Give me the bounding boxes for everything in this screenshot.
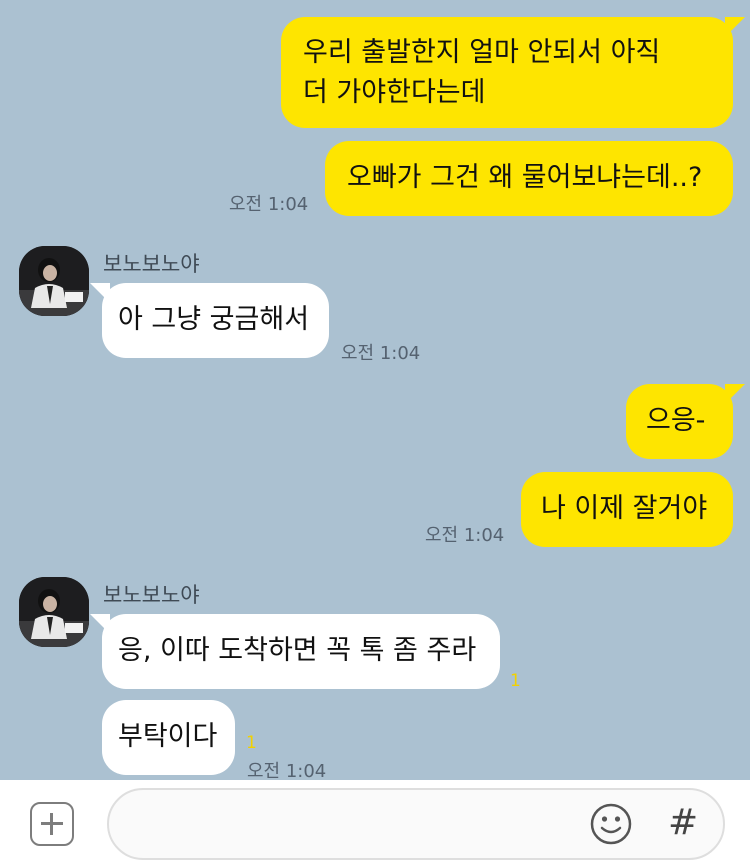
sender-name: 보노보노야 bbox=[103, 252, 200, 276]
sender-name: 보노보노야 bbox=[103, 583, 200, 607]
emoji-icon[interactable] bbox=[590, 803, 632, 845]
chat-area[interactable]: 우리 출발한지 얼마 안되서 아직 더 가야한다는데 오빠가 그건 왜 물어보냐… bbox=[0, 0, 750, 782]
friend-message-bubble[interactable]: 부탁이다 bbox=[102, 700, 235, 775]
message-text: 오빠가 그건 왜 물어보냐는데..? bbox=[347, 162, 703, 193]
message-text: 나 이제 잘거야 bbox=[541, 493, 708, 524]
my-message-bubble[interactable]: 오빠가 그건 왜 물어보냐는데..? bbox=[325, 141, 733, 216]
message-text: 응, 이따 도착하면 꼭 톡 좀 주라 bbox=[118, 635, 477, 666]
message-input-bar: # bbox=[0, 780, 750, 867]
message-text: 더 가야한다는데 bbox=[303, 77, 486, 108]
my-message-bubble[interactable]: 으응- bbox=[626, 384, 745, 459]
message-text: 부탁이다 bbox=[118, 721, 218, 752]
unread-count: 1 bbox=[246, 733, 257, 753]
my-message-bubble[interactable]: 우리 출발한지 얼마 안되서 아직 더 가야한다는데 bbox=[281, 17, 745, 128]
friend-message-bubble[interactable]: 아 그냥 궁금해서 bbox=[90, 283, 329, 358]
avatar-image bbox=[19, 577, 89, 647]
avatar[interactable] bbox=[19, 577, 89, 647]
unread-count: 1 bbox=[510, 671, 521, 691]
message-text: 으응- bbox=[646, 405, 706, 436]
message-input[interactable] bbox=[107, 788, 725, 860]
hash-icon[interactable]: # bbox=[668, 802, 698, 843]
my-message-bubble[interactable]: 나 이제 잘거야 bbox=[521, 472, 733, 547]
friend-message-bubble[interactable]: 응, 이따 도착하면 꼭 톡 좀 주라 bbox=[90, 614, 500, 689]
avatar[interactable] bbox=[19, 246, 89, 316]
message-text: 아 그냥 궁금해서 bbox=[118, 304, 310, 335]
plus-icon[interactable] bbox=[30, 802, 74, 846]
message-time: 오전 1:04 bbox=[229, 194, 309, 215]
avatar-image bbox=[19, 246, 89, 316]
message-text: 우리 출발한지 얼마 안되서 아직 bbox=[303, 37, 661, 68]
message-time: 오전 1:04 bbox=[425, 525, 505, 546]
message-time: 오전 1:04 bbox=[341, 343, 421, 364]
